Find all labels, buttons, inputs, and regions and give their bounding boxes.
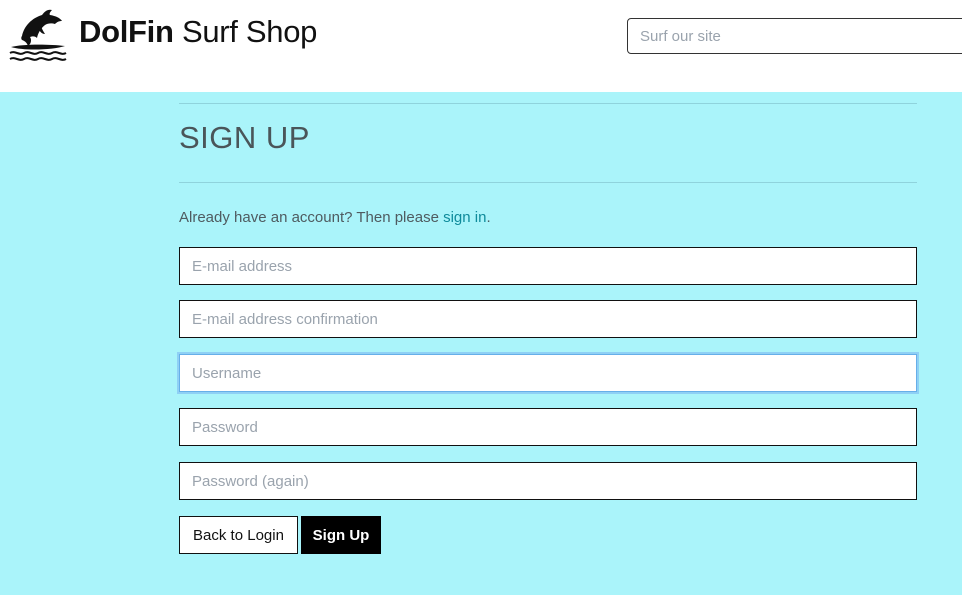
brand-name-rest: Surf Shop (181, 14, 318, 49)
brand-name-bold: DolFin (79, 14, 174, 49)
email-confirmation-field[interactable] (179, 300, 917, 338)
signin-prompt-text: Already have an account? Then please (179, 209, 444, 226)
signin-prompt-suffix: . (486, 209, 491, 226)
back-to-login-button[interactable]: Back to Login (179, 516, 298, 554)
title-divider (179, 182, 917, 183)
site-search-input[interactable] (627, 18, 962, 54)
site-brand[interactable]: DolFin Surf Shop (79, 14, 317, 50)
sign-in-link[interactable]: sign in (443, 209, 486, 226)
top-divider (179, 103, 917, 104)
username-field[interactable] (179, 354, 917, 392)
sign-up-button[interactable]: Sign Up (301, 516, 381, 554)
signin-prompt: Already have an account? Then please sig… (179, 209, 491, 226)
email-field[interactable] (179, 247, 917, 285)
password-again-field[interactable] (179, 462, 917, 500)
site-header: DolFin Surf Shop (0, 0, 962, 92)
dolphin-surfboard-logo-icon[interactable] (8, 6, 68, 64)
page-title: SIGN UP (179, 120, 310, 155)
signup-section: SIGN UP Already have an account? Then pl… (0, 92, 962, 595)
password-field[interactable] (179, 408, 917, 446)
